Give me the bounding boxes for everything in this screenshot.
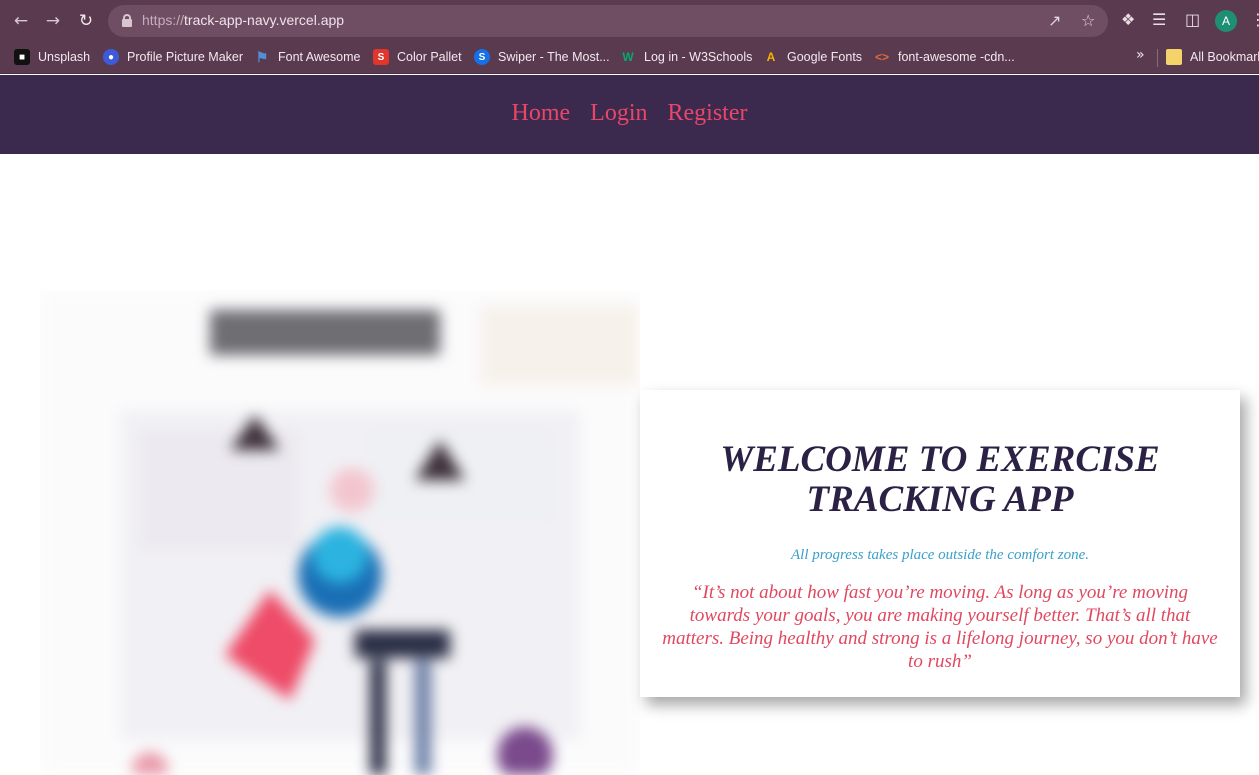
extensions-puzzle-icon[interactable]: ❖ (1121, 10, 1135, 29)
w3schools-icon: W (622, 50, 634, 64)
back-arrow-icon[interactable]: ← (9, 9, 33, 33)
bookmark-color-pallet[interactable]: S Color Pallet (373, 48, 462, 66)
menu-dots-icon[interactable]: ⋮ (1250, 10, 1259, 29)
bookmark-google-fonts[interactable]: A Google Fonts (763, 48, 862, 66)
tagline-text: All progress takes place outside the com… (790, 547, 1089, 563)
nav-login-link[interactable]: Login (590, 100, 647, 129)
font-awesome-flag-icon: ⚑ (255, 48, 269, 65)
hero-illustration (40, 290, 640, 775)
star-icon[interactable]: ☆ (1081, 11, 1095, 30)
bookmarks-overflow-icon[interactable]: » (1136, 47, 1145, 63)
share-icon[interactable]: ↗ (1048, 11, 1061, 30)
nav-home-link[interactable]: Home (512, 100, 571, 129)
motivational-quote: “It’s not about how fast you’re moving. … (662, 582, 1218, 672)
code-icon: <> (874, 50, 889, 64)
nav-register-link[interactable]: Register (668, 100, 748, 129)
media-queue-icon[interactable]: ☰ (1152, 10, 1166, 29)
google-fonts-icon: A (766, 50, 776, 64)
bookmark-label: Google Fonts (787, 50, 863, 64)
profile-avatar[interactable]: A (1215, 10, 1237, 32)
bookmark-label: Font Awesome (278, 50, 361, 64)
bookmark-profile-picture-maker[interactable]: ● Profile Picture Maker (103, 48, 243, 66)
bookmark-unsplash[interactable]: ■ Unsplash (14, 48, 90, 66)
swiper-icon: S (474, 49, 490, 65)
forward-arrow-icon[interactable]: → (41, 9, 65, 33)
all-bookmarks-folder[interactable]: All Bookmarks (1166, 48, 1259, 66)
welcome-card: WELCOME TO EXERCISE TRACKING APP All pro… (640, 390, 1240, 697)
bookmark-label: font-awesome -cdn... (898, 50, 1015, 64)
reload-icon[interactable]: ↻ (74, 9, 98, 33)
bookmark-font-awesome[interactable]: ⚑ Font Awesome (254, 48, 361, 66)
url-scheme: https:// (142, 12, 185, 28)
bookmarks-divider (1157, 49, 1158, 67)
url-text[interactable]: https://track-app-navy.vercel.app (142, 12, 344, 28)
bookmark-label: Profile Picture Maker (127, 50, 244, 64)
address-bar[interactable]: https://track-app-navy.vercel.app ↗ ☆ (108, 5, 1108, 37)
color-pallet-icon: S (373, 49, 389, 65)
profile-picture-maker-icon: ● (103, 49, 119, 65)
all-bookmarks-label: All Bookmarks (1190, 50, 1259, 64)
bookmark-label: Swiper - The Most... (498, 50, 610, 64)
bookmark-label: Color Pallet (397, 50, 462, 64)
welcome-title: WELCOME TO EXERCISE TRACKING APP (720, 439, 1160, 520)
bookmark-label: Unsplash (38, 50, 91, 64)
lock-icon (122, 14, 132, 27)
url-host: track-app-navy.vercel.app (184, 12, 345, 28)
bookmark-w3schools[interactable]: W Log in - W3Schools (620, 48, 752, 66)
bookmark-font-awesome-cdn[interactable]: <> font-awesome -cdn... (874, 48, 1015, 66)
unsplash-icon: ■ (14, 49, 30, 65)
side-panel-icon[interactable]: ◫ (1185, 10, 1200, 29)
bookmark-swiper[interactable]: S Swiper - The Most... (474, 48, 610, 66)
site-navbar: Home Login Register (0, 75, 1259, 154)
folder-icon (1166, 49, 1182, 65)
browser-toolbar: ← → ↻ https://track-app-navy.vercel.app … (0, 0, 1259, 41)
bookmark-label: Log in - W3Schools (644, 50, 753, 64)
